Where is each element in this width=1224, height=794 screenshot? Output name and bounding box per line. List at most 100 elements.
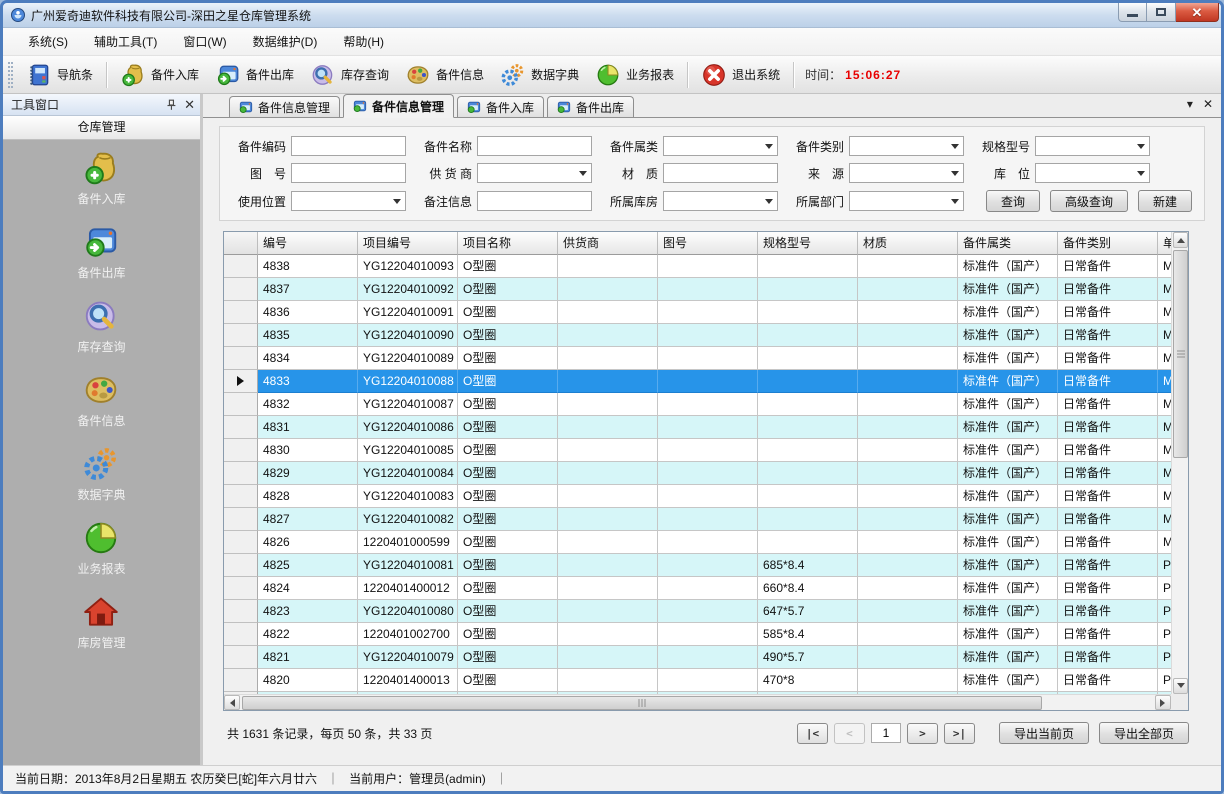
grid-column-header[interactable]: 材质 <box>858 232 958 255</box>
field-dropdown[interactable] <box>849 191 964 211</box>
scroll-right-button[interactable] <box>1155 695 1171 710</box>
field-dropdown[interactable] <box>291 191 406 211</box>
toolbar-button-3[interactable]: 备件出库 <box>207 59 302 91</box>
scroll-down-button[interactable] <box>1173 678 1188 694</box>
app-icon <box>10 7 26 23</box>
horizontal-scrollbar[interactable] <box>224 694 1171 710</box>
table-row[interactable]: 4838YG12204010093O型圈标准件（国产）日常备件M <box>224 255 1189 278</box>
table-row[interactable]: 4831YG12204010086O型圈标准件（国产）日常备件M <box>224 416 1189 439</box>
sidebar-item-business-report[interactable]: 业务报表 <box>77 519 125 577</box>
table-cell: YG12204010092 <box>358 278 458 301</box>
table-cell: 日常备件 <box>1058 255 1158 278</box>
export-all-pages-button[interactable]: 导出全部页 <box>1099 722 1189 744</box>
table-row[interactable]: 4828YG12204010083O型圈标准件（国产）日常备件M <box>224 485 1189 508</box>
grid-column-header[interactable]: 供货商 <box>558 232 658 255</box>
table-row[interactable]: 4837YG12204010092O型圈标准件（国产）日常备件M <box>224 278 1189 301</box>
table-row[interactable]: 48201220401400013O型圈470*8标准件（国产）日常备件PC <box>224 669 1189 692</box>
vertical-scrollbar[interactable] <box>1171 232 1188 694</box>
toolbar-button-4[interactable]: 库存查询 <box>302 59 397 91</box>
scroll-left-button[interactable] <box>224 695 240 710</box>
advanced-query-button[interactable]: 高级查询 <box>1050 190 1128 212</box>
field-dropdown[interactable] <box>663 136 778 156</box>
tab-scroll-icon[interactable]: ▾ <box>1187 98 1193 110</box>
toolbar-button-8[interactable]: 退出系统 <box>693 59 788 91</box>
field-dropdown[interactable] <box>849 163 964 183</box>
grid-column-header[interactable]: 规格型号 <box>758 232 858 255</box>
field-input[interactable] <box>291 163 406 183</box>
first-page-button[interactable]: |< <box>797 723 828 744</box>
field-dropdown[interactable] <box>477 163 592 183</box>
sidebar-item-part-outbound[interactable]: 备件出库 <box>77 223 125 281</box>
tab-4[interactable]: 备件出库 <box>547 96 634 117</box>
table-cell: YG12204010079 <box>358 646 458 669</box>
toolbar-grip-handle[interactable] <box>8 62 13 88</box>
table-row[interactable]: 4825YG12204010081O型圈685*8.4标准件（国产）日常备件PC <box>224 554 1189 577</box>
toolbar-button-7[interactable]: 业务报表 <box>587 59 682 91</box>
close-button[interactable]: ✕ <box>1176 3 1219 22</box>
table-cell: 标准件（国产） <box>958 462 1058 485</box>
field-dropdown[interactable] <box>1035 136 1150 156</box>
page-number-input[interactable] <box>871 723 901 743</box>
table-row[interactable]: 48221220401002700O型圈585*8.4标准件（国产）日常备件PC <box>224 623 1189 646</box>
toolbar-button-5[interactable]: 备件信息 <box>397 59 492 91</box>
grid-column-header[interactable]: 项目编号 <box>358 232 458 255</box>
sidebar-item-part-info[interactable]: 备件信息 <box>77 371 125 429</box>
toolbar-button-6[interactable]: 数据字典 <box>492 59 587 91</box>
field-input[interactable] <box>477 191 592 211</box>
menu-item[interactable]: 数据维护(D) <box>240 28 331 55</box>
menu-item[interactable]: 窗口(W) <box>170 28 239 55</box>
field-input[interactable] <box>663 163 778 183</box>
table-row[interactable]: 4833YG12204010088O型圈标准件（国产）日常备件M <box>224 370 1189 393</box>
title-bar[interactable]: 广州爱奇迪软件科技有限公司-深田之星仓库管理系统 ✕ <box>3 3 1221 28</box>
field-dropdown[interactable] <box>1035 163 1150 183</box>
row-selector <box>224 370 258 393</box>
menu-item[interactable]: 辅助工具(T) <box>81 28 170 55</box>
toolbar-button-1[interactable]: 导航条 <box>18 59 101 91</box>
table-row[interactable]: 4836YG12204010091O型圈标准件（国产）日常备件M <box>224 301 1189 324</box>
table-row[interactable]: 4830YG12204010085O型圈标准件（国产）日常备件M <box>224 439 1189 462</box>
table-row[interactable]: 4832YG12204010087O型圈标准件（国产）日常备件M <box>224 393 1189 416</box>
pin-icon[interactable] <box>164 98 178 112</box>
sidebar-close-icon[interactable]: ✕ <box>184 98 195 111</box>
row-selector <box>224 485 258 508</box>
table-row[interactable]: 4823YG12204010080O型圈647*5.7标准件（国产）日常备件PC <box>224 600 1189 623</box>
scroll-up-button[interactable] <box>1173 232 1188 248</box>
next-page-button[interactable]: > <box>907 723 938 744</box>
field-input[interactable] <box>477 136 592 156</box>
field-dropdown[interactable] <box>663 191 778 211</box>
query-button[interactable]: 查询 <box>986 190 1040 212</box>
table-row[interactable]: 48261220401000599O型圈标准件（国产）日常备件M <box>224 531 1189 554</box>
previous-page-button[interactable]: < <box>834 723 865 744</box>
field-dropdown[interactable] <box>849 136 964 156</box>
grid-column-header[interactable]: 备件类别 <box>1058 232 1158 255</box>
horizontal-scroll-thumb[interactable] <box>242 696 1042 710</box>
export-current-page-button[interactable]: 导出当前页 <box>999 722 1089 744</box>
new-button[interactable]: 新建 <box>1138 190 1192 212</box>
table-row[interactable]: 4835YG12204010090O型圈标准件（国产）日常备件M <box>224 324 1189 347</box>
tab-3[interactable]: 备件入库 <box>457 96 544 117</box>
last-page-button[interactable]: >| <box>944 723 975 744</box>
sidebar-item-part-inbound[interactable]: 备件入库 <box>77 149 125 207</box>
field-input[interactable] <box>291 136 406 156</box>
table-row[interactable]: 4821YG12204010079O型圈490*5.7标准件（国产）日常备件PC <box>224 646 1189 669</box>
tab-1[interactable]: 备件信息管理 <box>229 96 340 117</box>
grid-column-header[interactable]: 备件属类 <box>958 232 1058 255</box>
minimize-button[interactable] <box>1118 3 1147 22</box>
table-row[interactable]: 4827YG12204010082O型圈标准件（国产）日常备件M <box>224 508 1189 531</box>
grid-column-header[interactable]: 编号 <box>258 232 358 255</box>
table-row[interactable]: 48241220401400012O型圈660*8.4标准件（国产）日常备件PC <box>224 577 1189 600</box>
menu-item[interactable]: 帮助(H) <box>330 28 397 55</box>
maximize-button[interactable] <box>1147 3 1176 22</box>
tab-2[interactable]: 备件信息管理 <box>343 94 454 118</box>
table-row[interactable]: 4834YG12204010089O型圈标准件（国产）日常备件M <box>224 347 1189 370</box>
menu-item[interactable]: 系统(S) <box>15 28 81 55</box>
grid-column-header[interactable]: 图号 <box>658 232 758 255</box>
sidebar-item-stock-query[interactable]: 库存查询 <box>77 297 125 355</box>
grid-column-header[interactable]: 项目名称 <box>458 232 558 255</box>
sidebar-item-data-dictionary[interactable]: 数据字典 <box>77 445 125 503</box>
sidebar-item-warehouse[interactable]: 库房管理 <box>77 593 125 651</box>
vertical-scroll-thumb[interactable] <box>1173 250 1188 458</box>
toolbar-button-2[interactable]: 备件入库 <box>112 59 207 91</box>
table-row[interactable]: 4829YG12204010084O型圈标准件（国产）日常备件M <box>224 462 1189 485</box>
tab-close-icon[interactable]: ✕ <box>1203 98 1213 110</box>
